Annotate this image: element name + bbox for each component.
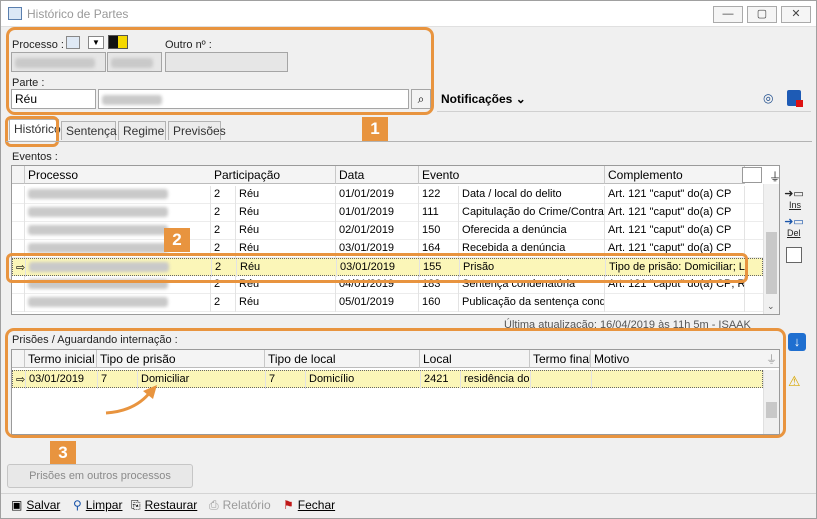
ins-label[interactable]: Ins — [789, 200, 801, 210]
row-indicator — [12, 204, 25, 222]
row-indicator — [12, 222, 25, 240]
row-indicator — [12, 186, 25, 204]
cell-data: 02/01/2019 — [336, 222, 419, 240]
cell-data: 05/01/2019 — [336, 294, 419, 312]
minimize-button[interactable]: — — [713, 6, 743, 23]
cell-processo — [25, 294, 211, 312]
highlight-box-tab — [5, 116, 59, 147]
cell-comp: Art. 121 "caput" do(a) CP — [605, 186, 745, 204]
tab-strip-line — [6, 141, 812, 142]
notificacoes-label[interactable]: Notificações ⌄ — [441, 92, 526, 106]
table-row[interactable]: 2 Réu 01/01/2019 111 Capitulação do Crime/Co… — [12, 204, 763, 222]
del-label[interactable]: Del — [787, 228, 801, 238]
prisoes-outros-button[interactable]: Prisões em outros processos — [7, 464, 193, 488]
restore-icon: ⎘ — [131, 498, 141, 512]
cell-evento: Capitulação do Crime/Contrav — [459, 204, 605, 222]
col-participacao[interactable]: Participação — [211, 166, 336, 184]
bottom-divider — [1, 493, 816, 494]
cell-ev_num: 111 — [419, 204, 459, 222]
broom-icon: ⚲ — [73, 498, 82, 512]
eventos-scrollbar[interactable]: ⌄ — [763, 184, 779, 314]
row-indicator — [12, 294, 25, 312]
cell-ev_num: 122 — [419, 186, 459, 204]
fechar-button[interactable]: ⚑ Fechar — [283, 498, 335, 516]
restaurar-button[interactable]: ⎘ Restaurar — [131, 498, 197, 516]
exit-icon: ⚑ — [283, 498, 294, 512]
eventos-label: Eventos : — [12, 151, 58, 163]
col-processo[interactable]: Processo — [25, 166, 221, 184]
chevron-down-icon: ⌄ — [515, 92, 526, 106]
cell-evento: Publicação da sentença cond — [459, 294, 605, 312]
copy-events-icon[interactable] — [786, 247, 802, 263]
annotation-badge-1: 1 — [362, 117, 388, 141]
cell-data: 01/01/2019 — [336, 186, 419, 204]
salvar-button[interactable]: ▣ Salvar — [11, 498, 60, 516]
table-row[interactable]: 2 Réu 05/01/2019 160 Publicação da sentença … — [12, 294, 763, 312]
cell-processo — [25, 204, 211, 222]
col-data[interactable]: Data — [336, 166, 419, 184]
cell-part_num: 2 — [211, 204, 236, 222]
table-row[interactable]: 2 Réu 01/01/2019 122 Data / local do delito A… — [12, 186, 763, 204]
cell-comp — [605, 294, 745, 312]
row-indicator-header — [12, 166, 25, 184]
cell-processo — [25, 186, 211, 204]
close-button[interactable]: ✕ — [781, 6, 811, 23]
cell-ev_num: 150 — [419, 222, 459, 240]
cell-ev_num: 160 — [419, 294, 459, 312]
limpar-button[interactable]: ⚲ Limpar — [73, 498, 122, 516]
arrow-down-icon[interactable]: ↓ — [788, 333, 806, 351]
cell-part: Réu — [236, 294, 336, 312]
scroll-thumb[interactable] — [766, 232, 777, 294]
cell-part_num: 2 — [211, 294, 236, 312]
chevron-down-icon[interactable]: ⌄ — [767, 301, 775, 312]
main-window: Histórico de Partes — ▢ ✕ Processo : ▼ O… — [0, 0, 817, 519]
cell-part_num: 2 — [211, 222, 236, 240]
disk-icon: ▣ — [11, 498, 23, 512]
lock-icon[interactable] — [787, 90, 803, 107]
cell-evento: Data / local do delito — [459, 186, 605, 204]
cell-part: Réu — [236, 222, 336, 240]
cell-data: 01/01/2019 — [336, 204, 419, 222]
cell-comp: Art. 121 "caput" do(a) CP — [605, 204, 745, 222]
annotation-badge-2: 2 — [164, 228, 190, 252]
tab-regime[interactable]: Regime — [118, 121, 166, 140]
cell-evento: Oferecida a denúncia — [459, 222, 605, 240]
cell-part_num: 2 — [211, 186, 236, 204]
binoculars-icon[interactable]: ◎ — [763, 91, 779, 105]
col-complemento[interactable]: Complemento — [605, 166, 745, 184]
highlight-box-prisoes — [5, 328, 786, 438]
column-filter-box[interactable] — [742, 167, 762, 183]
restore-button[interactable]: ▢ — [747, 6, 777, 23]
filter-icon[interactable]: ⏚ — [769, 168, 781, 185]
col-evento[interactable]: Evento — [419, 166, 605, 184]
tab-sentenca[interactable]: Sentença — [61, 121, 117, 140]
title-bar: Histórico de Partes — ▢ ✕ — [1, 1, 816, 27]
annotation-badge-3: 3 — [50, 441, 76, 465]
table-row[interactable]: 2 Réu 02/01/2019 150 Oferecida a denúncia Art… — [12, 222, 763, 240]
cell-part: Réu — [236, 186, 336, 204]
printer-icon: ⎙ — [209, 498, 219, 512]
eventos-grid: Processo Participação Data Evento Comple… — [11, 165, 780, 315]
app-icon — [8, 7, 22, 20]
cell-comp: Art. 121 "caput" do(a) CP — [605, 222, 745, 240]
highlight-box-row — [6, 253, 748, 283]
warning-icon[interactable]: ⚠ — [788, 373, 806, 391]
cell-part: Réu — [236, 204, 336, 222]
window-title: Histórico de Partes — [27, 7, 129, 21]
highlight-box-header — [6, 27, 434, 115]
relatorio-button[interactable]: ⎙ Relatório — [209, 498, 271, 516]
tab-previsoes[interactable]: Previsões — [168, 121, 226, 140]
notif-divider — [437, 111, 811, 112]
